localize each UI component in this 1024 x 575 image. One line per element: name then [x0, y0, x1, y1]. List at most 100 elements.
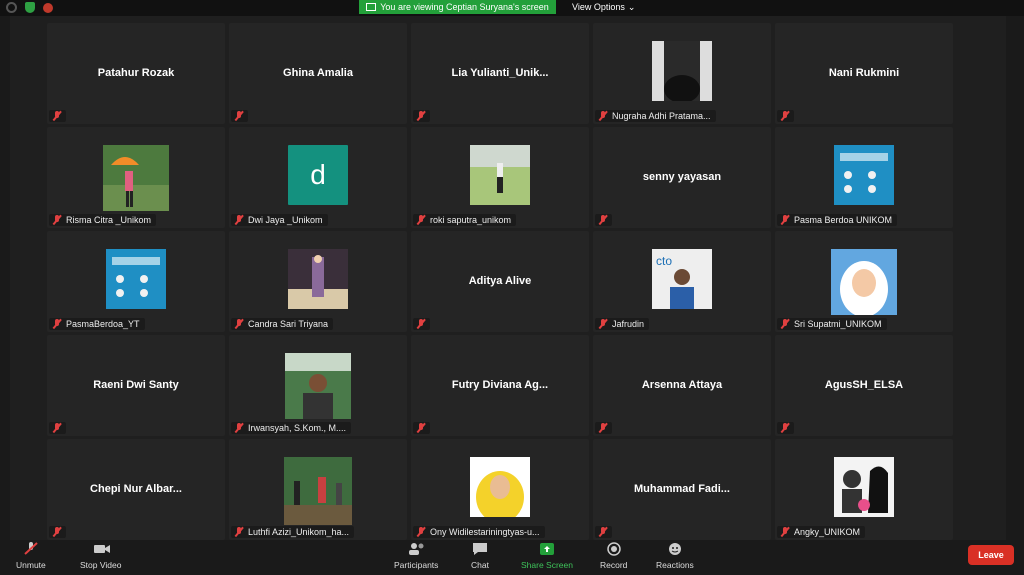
stop-video-label: Stop Video	[80, 560, 122, 570]
caption-name: Dwi Jaya _Unikom	[248, 215, 323, 225]
participant-tile[interactable]: Sri Supatmi_UNIKOM	[775, 231, 953, 332]
caption-name: Risma Citra _Unikom	[66, 215, 152, 225]
participant-tile[interactable]: Risma Citra _Unikom	[47, 127, 225, 228]
participant-tile[interactable]: Muhammad Fadi...	[593, 439, 771, 540]
participant-caption: Sri Supatmi_UNIKOM	[777, 318, 887, 330]
reactions-label: Reactions	[656, 560, 694, 570]
recording-icon[interactable]	[43, 2, 53, 13]
mic-muted-icon	[52, 527, 62, 537]
mic-muted-icon	[52, 111, 62, 121]
participant-tile[interactable]: Angky_UNIKOM	[775, 439, 953, 540]
chat-button[interactable]: Chat	[471, 542, 489, 570]
participant-tile[interactable]: cto Jafrudin	[593, 231, 771, 332]
stop-video-button[interactable]: Stop Video	[80, 542, 121, 570]
record-button[interactable]: Record	[600, 542, 627, 570]
caption-name: Angky_UNIKOM	[794, 527, 861, 537]
participant-tile[interactable]: Candra Sari Triyana	[229, 231, 407, 332]
participant-video: cto	[652, 249, 712, 309]
mic-muted-icon	[52, 423, 62, 433]
shield-icon[interactable]	[25, 2, 35, 13]
mic-muted-icon	[598, 423, 608, 433]
mic-muted-icon	[416, 111, 426, 121]
mic-muted-icon	[598, 319, 608, 329]
participant-tile[interactable]: Ony Widilestariningtyas-u...	[411, 439, 589, 540]
participant-caption	[595, 526, 612, 538]
participant-tile[interactable]: roki saputra_unikom	[411, 127, 589, 228]
mic-muted-icon	[598, 527, 608, 537]
unmute-label: Unmute	[16, 560, 46, 570]
chat-label: Chat	[471, 560, 489, 570]
participant-tile[interactable]: Ghina Amalia	[229, 23, 407, 124]
reactions-button[interactable]: Reactions	[656, 542, 694, 570]
participant-video	[285, 353, 351, 419]
leave-button[interactable]: Leave	[968, 545, 1014, 565]
participant-caption: Risma Citra _Unikom	[49, 214, 157, 226]
unmute-button[interactable]: Unmute	[16, 542, 46, 570]
caption-name: Luthfi Azizi_Unikom_ha...	[248, 527, 350, 537]
participant-tile[interactable]: Futry Diviana Ag...	[411, 335, 589, 436]
participant-grid: Patahur Rozak Ghina Amalia Lia Yulianti_Un…	[47, 23, 953, 540]
participant-tile[interactable]: Pasma Berdoa UNIKOM	[775, 127, 953, 228]
participant-caption: Luthfi Azizi_Unikom_ha...	[231, 526, 355, 538]
avatar: d	[288, 145, 348, 205]
participant-tile[interactable]: Luthfi Azizi_Unikom_ha...	[229, 439, 407, 540]
participant-video	[106, 249, 166, 309]
participant-video	[470, 457, 530, 523]
participant-caption: Irwansyah, S.Kom., M....	[231, 422, 352, 434]
participant-name: Patahur Rozak	[97, 67, 175, 79]
mic-muted-icon	[52, 215, 62, 225]
participant-tile[interactable]: Nani Rukmini	[775, 23, 953, 124]
participant-tile[interactable]: Irwansyah, S.Kom., M....	[229, 335, 407, 436]
info-icon[interactable]	[6, 2, 17, 13]
participant-tile[interactable]: Patahur Rozak	[47, 23, 225, 124]
mic-muted-icon	[780, 527, 790, 537]
mic-muted-icon	[780, 111, 790, 121]
mic-muted-icon	[780, 319, 790, 329]
mic-muted-icon	[234, 319, 244, 329]
participant-caption: Pasma Berdoa UNIKOM	[777, 214, 898, 226]
chevron-down-icon: ⌄	[627, 1, 636, 12]
people-icon	[408, 542, 424, 556]
participant-tile[interactable]: senny yayasan	[593, 127, 771, 228]
participant-caption	[49, 526, 66, 538]
view-options-button[interactable]: View Options ⌄	[572, 0, 646, 14]
smiley-icon	[667, 542, 683, 556]
caption-name: Nugraha Adhi Pratama...	[612, 111, 711, 121]
participant-caption	[777, 422, 794, 434]
mic-muted-icon	[416, 215, 426, 225]
mic-muted-icon	[234, 423, 244, 433]
participant-tile[interactable]: AgusSH_ELSA	[775, 335, 953, 436]
participant-video	[831, 249, 897, 317]
caption-name: Ony Widilestariningtyas-u...	[430, 527, 540, 537]
svg-text:cto: cto	[656, 254, 672, 268]
participant-tile[interactable]: Lia Yulianti_Unik...	[411, 23, 589, 124]
record-label: Record	[600, 560, 628, 570]
participant-caption	[49, 110, 66, 122]
mic-muted-icon	[416, 423, 426, 433]
participant-name: Raeni Dwi Santy	[93, 379, 179, 391]
participant-video	[834, 145, 894, 205]
participant-tile[interactable]: Raeni Dwi Santy	[47, 335, 225, 436]
participant-tile[interactable]: PasmaBerdoa_YT	[47, 231, 225, 332]
participant-name: Arsenna Attaya	[641, 379, 723, 391]
participant-caption	[413, 422, 430, 434]
mic-muted-icon	[234, 215, 244, 225]
participant-caption: PasmaBerdoa_YT	[49, 318, 145, 330]
participant-tile[interactable]: d Dwi Jaya _Unikom	[229, 127, 407, 228]
participant-tile[interactable]: Arsenna Attaya	[593, 335, 771, 436]
participant-caption: Dwi Jaya _Unikom	[231, 214, 328, 226]
meeting-info-icons	[6, 2, 53, 13]
mic-muted-icon	[23, 542, 39, 556]
participant-video	[834, 457, 894, 517]
mic-muted-icon	[598, 111, 608, 121]
participant-video	[652, 41, 712, 103]
participant-tile[interactable]: Chepi Nur Albar...	[47, 439, 225, 540]
participant-tile[interactable]: Nugraha Adhi Pratama...	[593, 23, 771, 124]
share-screen-label: Share Screen	[521, 560, 573, 570]
participants-button[interactable]: Participants	[394, 542, 438, 570]
participant-caption	[413, 318, 430, 330]
share-screen-button[interactable]: Share Screen	[521, 542, 573, 570]
mic-muted-icon	[416, 319, 426, 329]
participant-tile[interactable]: Aditya Alive	[411, 231, 589, 332]
caption-name: Jafrudin	[612, 319, 645, 329]
